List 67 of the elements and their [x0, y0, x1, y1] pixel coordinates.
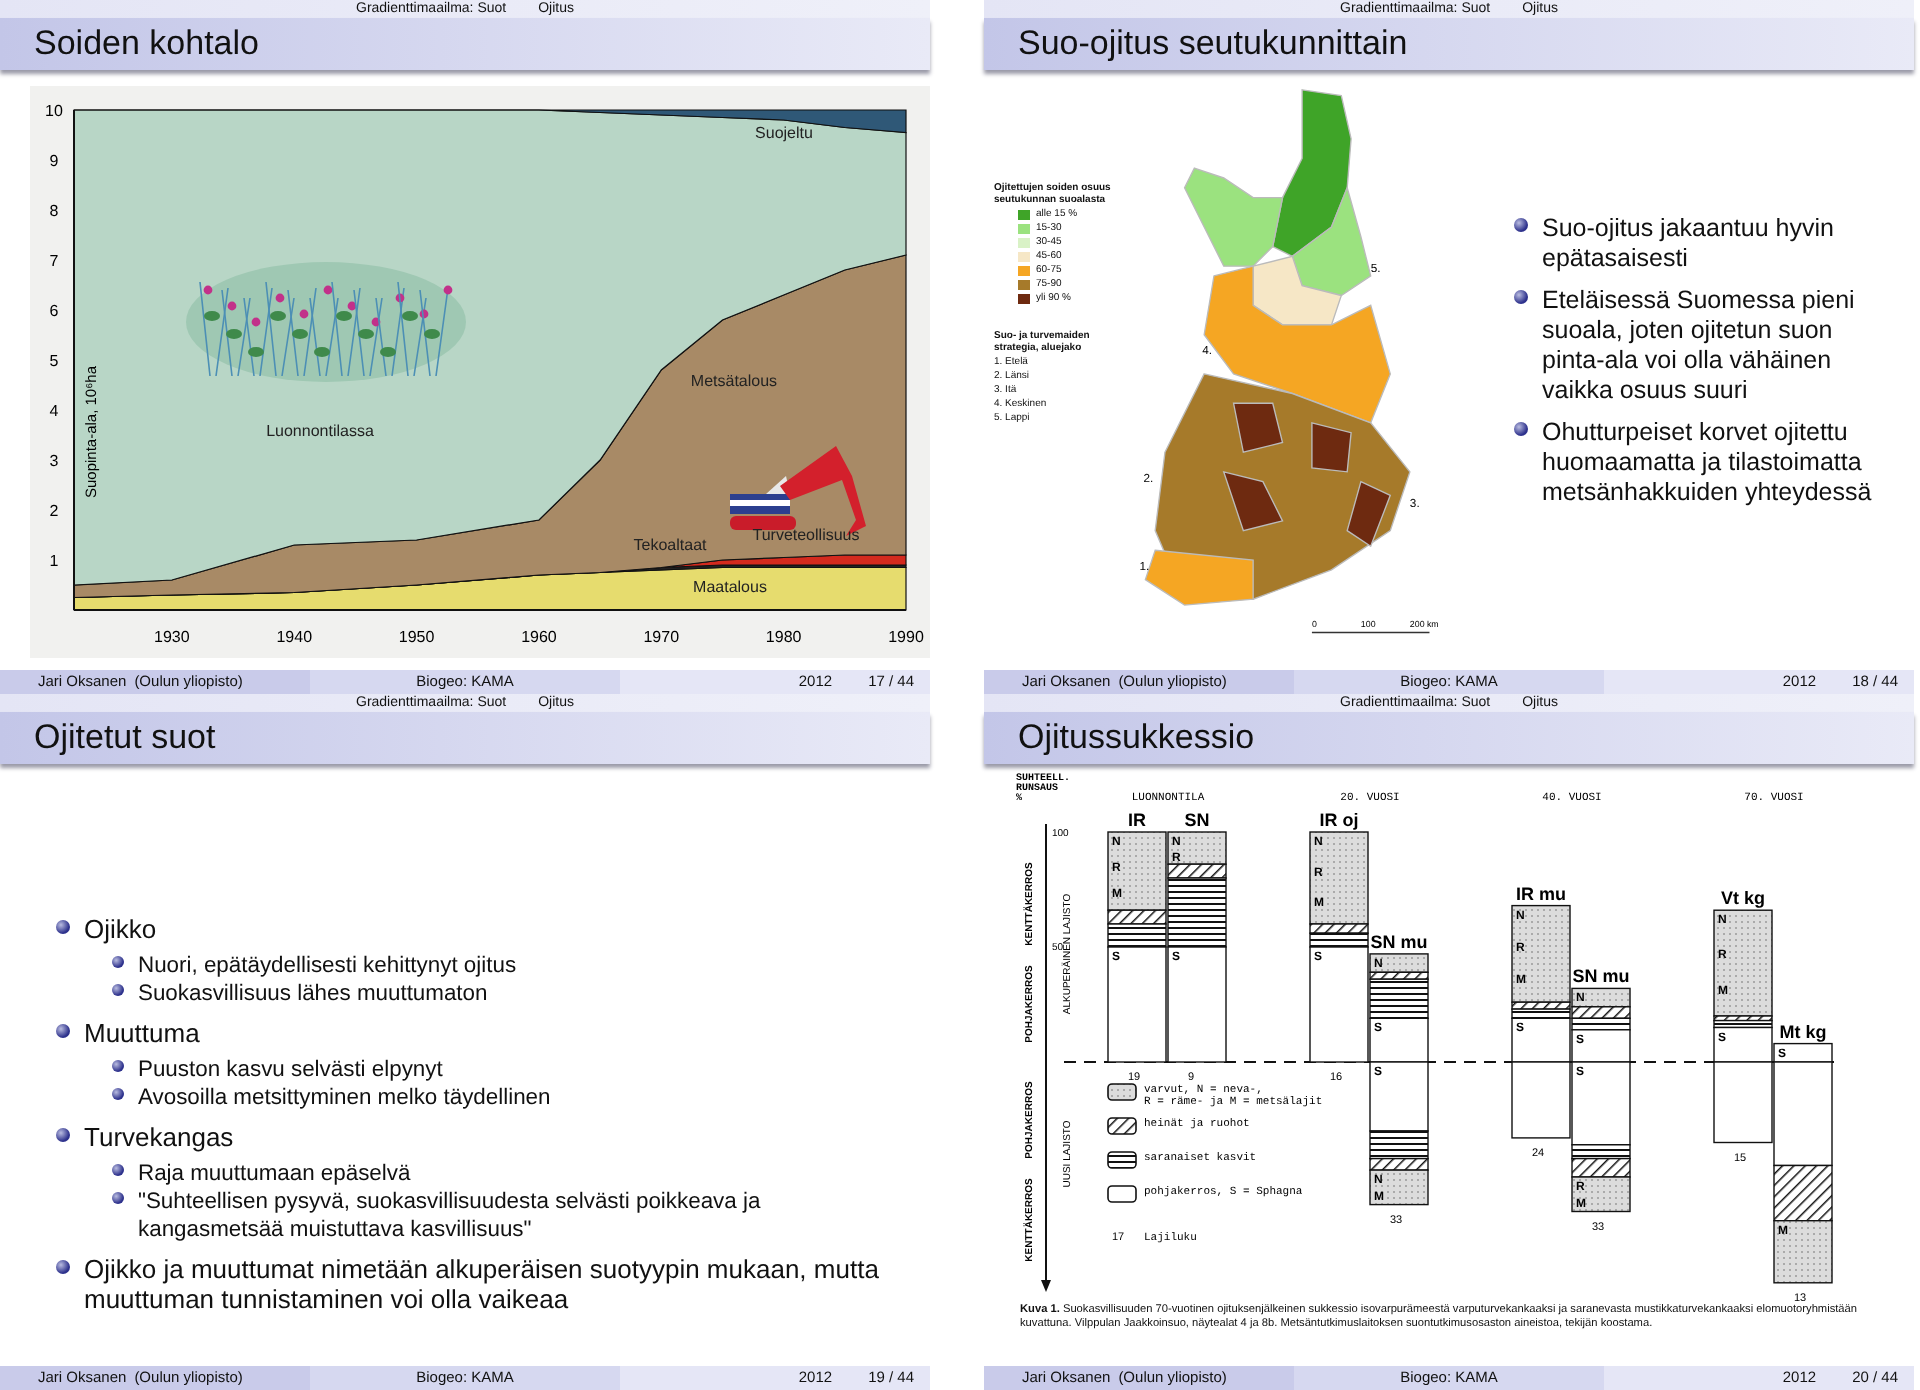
sub-bullet-text: "Suhteellisen pysyvä, suokasvillisuudesta selvästi poikkeava ja kangasmetsää muistuttava kasvillisuus" — [138, 1188, 763, 1244]
slide-title: Soiden kohtalo — [0, 18, 930, 70]
y-tick-label: 8 — [49, 202, 59, 220]
x-tick-label: 1950 — [398, 628, 435, 646]
bullet-icon — [112, 1164, 124, 1176]
y-tick-label: 6 — [49, 302, 59, 320]
bullet-text: Turvekangas — [84, 1122, 234, 1152]
x-tick-label: 1980 — [765, 628, 802, 646]
sub-bullet-text: Raja muuttumaan epäselvä — [138, 1160, 411, 1188]
bullet-text: Eteläisessä Suomessa pieni suoala, joten ojitetun suon pinta-ala voi olla vähäinen vaikka osuus suuri — [1542, 286, 1857, 406]
column-label: SN — [1184, 810, 1210, 830]
column-label: Mt kg — [1779, 1021, 1827, 1042]
slide-title: Suo-ojitus seutukunnittain — [984, 18, 1914, 70]
area-label: Tekoaltaat — [633, 536, 707, 554]
x-tick-label: 1960 — [521, 628, 557, 646]
y-tick-label: 7 — [49, 252, 59, 270]
bullet-text: Ojikko — [84, 914, 157, 944]
bullet-icon — [112, 1088, 124, 1100]
bullet-icon — [1514, 422, 1528, 436]
bullet-text: Muuttuma — [84, 1018, 200, 1048]
bullet-text: Suo-ojitus jakaantuu hyvin epätasaisesti — [1542, 214, 1836, 274]
x-tick-label: 1930 — [154, 628, 190, 646]
bullet-icon — [56, 1024, 70, 1038]
bullet-icon — [112, 1192, 124, 1204]
bullet-icon — [112, 956, 124, 968]
x-tick-label: 1970 — [643, 628, 680, 646]
column-label: Vt kg — [1721, 888, 1765, 909]
legend-swatch — [1107, 1083, 1137, 1101]
slide-title: Ojitussukkessio — [984, 712, 1914, 764]
legend-swatch — [1107, 1151, 1137, 1169]
y-tick-label: 1 — [49, 552, 59, 570]
y-tick-label: 2 — [49, 502, 59, 520]
bullet-icon — [112, 1060, 124, 1072]
area-label: Maatalous — [693, 578, 767, 596]
y-tick-label: 4 — [49, 402, 59, 420]
y-tick-label: 3 — [49, 452, 59, 470]
area-label: Suojeltu — [755, 124, 813, 142]
sub-bullet-text: Avosoilla metsittyminen melko täydellinen — [138, 1084, 551, 1112]
bullet-icon — [112, 984, 124, 996]
column-label: SN mu — [1572, 966, 1630, 987]
abundance-segment — [1773, 1220, 1833, 1284]
bullet-text: Ojikko ja muuttumat nimetään alkuperäisen suotyypin mukaan, mutta muuttuman tunnistaminen voi olla vaikeaa — [84, 1254, 881, 1314]
x-tick-label: 1990 — [888, 628, 924, 646]
column-label: IR mu — [1516, 883, 1566, 904]
legend-swatch — [1107, 1185, 1137, 1203]
scale-bar — [1310, 631, 1430, 634]
column-label: SN mu — [1370, 931, 1428, 952]
bullet-icon — [56, 1260, 70, 1274]
y-tick-label: 10 — [45, 102, 63, 120]
bullet-icon — [56, 920, 70, 934]
y-tick-label: 9 — [49, 152, 59, 170]
bullet-icon — [1514, 290, 1528, 304]
x-tick-label: 1940 — [276, 628, 313, 646]
bullet-text: Ohutturpeiset korvet ojitettu huomaamatta ja tilastoimatta metsänhakkuiden yhteydessä — [1542, 418, 1874, 508]
bullet-icon — [1514, 218, 1528, 232]
sub-bullet-text: Puuston kasvu selvästi elpynyt — [138, 1056, 443, 1084]
y-tick-label: 5 — [49, 352, 59, 370]
column-label: IR — [1128, 810, 1146, 830]
area-label: Turveteollisuus — [752, 526, 860, 544]
sub-bullet-text: Suokasvillisuus lähes muuttumaton — [138, 980, 488, 1008]
area-label: Metsätalous — [690, 372, 778, 390]
area-label: Luonnontilassa — [266, 422, 374, 440]
sub-bullet-text: Nuori, epätäydellisesti kehittynyt ojitus — [138, 952, 517, 980]
slide-title: Ojitetut suot — [0, 712, 930, 764]
legend-swatch — [1107, 1117, 1137, 1135]
bullet-icon — [56, 1128, 70, 1142]
column-label: IR oj — [1319, 810, 1359, 830]
